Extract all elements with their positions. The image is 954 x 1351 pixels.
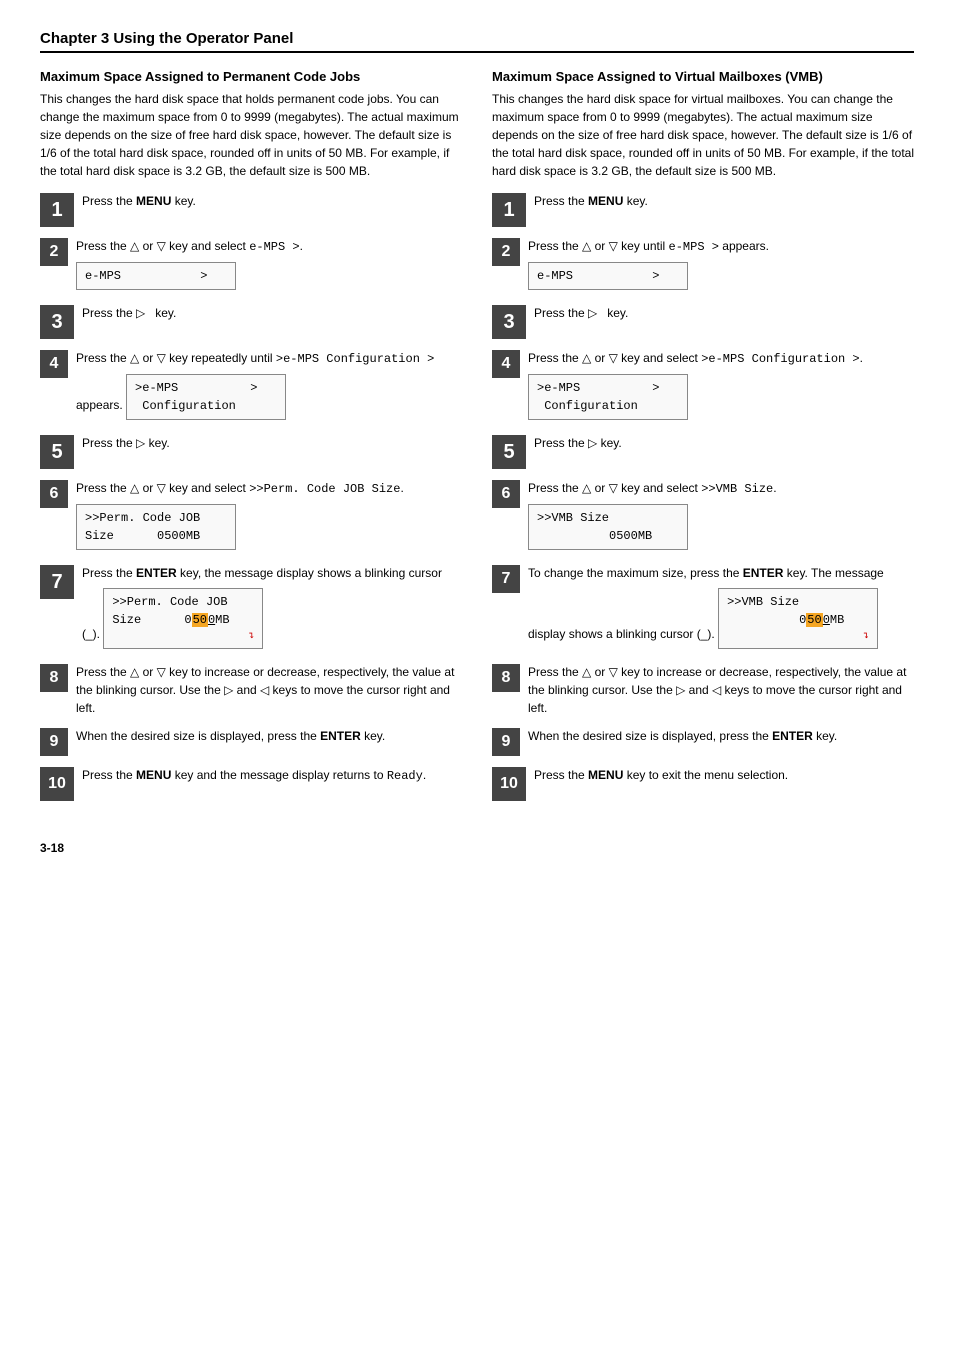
right-step-content-7: To change the maximum size, press the EN… (528, 564, 914, 653)
left-step-num-9: 9 (40, 728, 68, 756)
left-section: Maximum Space Assigned to Permanent Code… (40, 69, 462, 811)
right-step-8: 8 Press the △ or ▽ key to increase or de… (492, 663, 914, 717)
right-step-num-8: 8 (492, 664, 520, 692)
right-step-num-3: 3 (492, 305, 526, 339)
right-step-content-6: Press the △ or ▽ key and select >>VMB Si… (528, 479, 914, 554)
right-step-num-2: 2 (492, 238, 520, 266)
right-step-content-10: Press the MENU key to exit the menu sele… (534, 766, 914, 784)
right-step-content-1: Press the MENU key. (534, 192, 914, 210)
left-step-content-7: Press the ENTER key, the message display… (82, 564, 462, 653)
right-step-num-5: 5 (492, 435, 526, 469)
left-step-7: 7 Press the ENTER key, the message displ… (40, 564, 462, 653)
left-step-9: 9 When the desired size is displayed, pr… (40, 727, 462, 756)
right-lcd-7: >>VMB Size 0500MB ↴ (718, 588, 878, 649)
left-lcd-6: >>Perm. Code JOB Size 0500MB (76, 504, 236, 550)
right-section-desc: This changes the hard disk space for vir… (492, 90, 914, 180)
left-step-5: 5 Press the ▷ key. (40, 434, 462, 469)
left-step-content-3: Press the ▷ key. (82, 304, 462, 322)
left-section-desc: This changes the hard disk space that ho… (40, 90, 462, 180)
right-step-5: 5 Press the ▷ key. (492, 434, 914, 469)
left-step-num-5: 5 (40, 435, 74, 469)
left-step-4: 4 Press the △ or ▽ key repeatedly until … (40, 349, 462, 424)
right-step-content-4: Press the △ or ▽ key and select >e-MPS C… (528, 349, 914, 424)
left-step-content-6: Press the △ or ▽ key and select >>Perm. … (76, 479, 462, 554)
chapter-title: Chapter 3 Using the Operator Panel (40, 30, 914, 53)
left-step-content-8: Press the △ or ▽ key to increase or decr… (76, 663, 462, 717)
right-step-num-7: 7 (492, 565, 520, 593)
left-section-title: Maximum Space Assigned to Permanent Code… (40, 69, 462, 84)
left-step-content-10: Press the MENU key and the message displ… (82, 766, 462, 785)
left-step-num-1: 1 (40, 193, 74, 227)
left-step-8: 8 Press the △ or ▽ key to increase or de… (40, 663, 462, 717)
right-step-num-9: 9 (492, 728, 520, 756)
right-lcd-4: >e-MPS > Configuration (528, 374, 688, 420)
left-step-1: 1 Press the MENU key. (40, 192, 462, 227)
right-step-num-1: 1 (492, 193, 526, 227)
left-step-content-1: Press the MENU key. (82, 192, 462, 210)
left-step-num-7: 7 (40, 565, 74, 599)
right-step-content-9: When the desired size is displayed, pres… (528, 727, 914, 745)
right-step-3: 3 Press the ▷ key. (492, 304, 914, 339)
left-step-num-2: 2 (40, 238, 68, 266)
left-step-num-10: 10 (40, 767, 74, 801)
right-step-num-10: 10 (492, 767, 526, 801)
right-step-content-2: Press the △ or ▽ key until e-MPS > appea… (528, 237, 914, 294)
page-number: 3-18 (40, 841, 914, 855)
left-step-num-4: 4 (40, 350, 68, 378)
left-step-num-8: 8 (40, 664, 68, 692)
right-step-content-3: Press the ▷ key. (534, 304, 914, 322)
right-section-title: Maximum Space Assigned to Virtual Mailbo… (492, 69, 914, 84)
right-lcd-2: e-MPS > (528, 262, 688, 290)
right-section: Maximum Space Assigned to Virtual Mailbo… (492, 69, 914, 811)
left-lcd-2: e-MPS > (76, 262, 236, 290)
right-step-4: 4 Press the △ or ▽ key and select >e-MPS… (492, 349, 914, 424)
left-lcd-4: >e-MPS > Configuration (126, 374, 286, 420)
right-step-num-4: 4 (492, 350, 520, 378)
left-step-6: 6 Press the △ or ▽ key and select >>Perm… (40, 479, 462, 554)
left-step-num-3: 3 (40, 305, 74, 339)
left-step-content-2: Press the △ or ▽ key and select e-MPS >.… (76, 237, 462, 294)
right-step-num-6: 6 (492, 480, 520, 508)
left-step-content-5: Press the ▷ key. (82, 434, 462, 452)
left-step-content-9: When the desired size is displayed, pres… (76, 727, 462, 745)
right-step-content-8: Press the △ or ▽ key to increase or decr… (528, 663, 914, 717)
right-step-2: 2 Press the △ or ▽ key until e-MPS > app… (492, 237, 914, 294)
right-step-1: 1 Press the MENU key. (492, 192, 914, 227)
right-lcd-6: >>VMB Size 0500MB (528, 504, 688, 550)
left-step-3: 3 Press the ▷ key. (40, 304, 462, 339)
left-step-content-4: Press the △ or ▽ key repeatedly until >e… (76, 349, 462, 424)
left-step-10: 10 Press the MENU key and the message di… (40, 766, 462, 801)
right-step-6: 6 Press the △ or ▽ key and select >>VMB … (492, 479, 914, 554)
right-step-content-5: Press the ▷ key. (534, 434, 914, 452)
left-lcd-7: >>Perm. Code JOB Size 0500MB ↴ (103, 588, 263, 649)
right-step-9: 9 When the desired size is displayed, pr… (492, 727, 914, 756)
left-step-2: 2 Press the △ or ▽ key and select e-MPS … (40, 237, 462, 294)
left-step-num-6: 6 (40, 480, 68, 508)
right-step-7: 7 To change the maximum size, press the … (492, 564, 914, 653)
right-step-10: 10 Press the MENU key to exit the menu s… (492, 766, 914, 801)
